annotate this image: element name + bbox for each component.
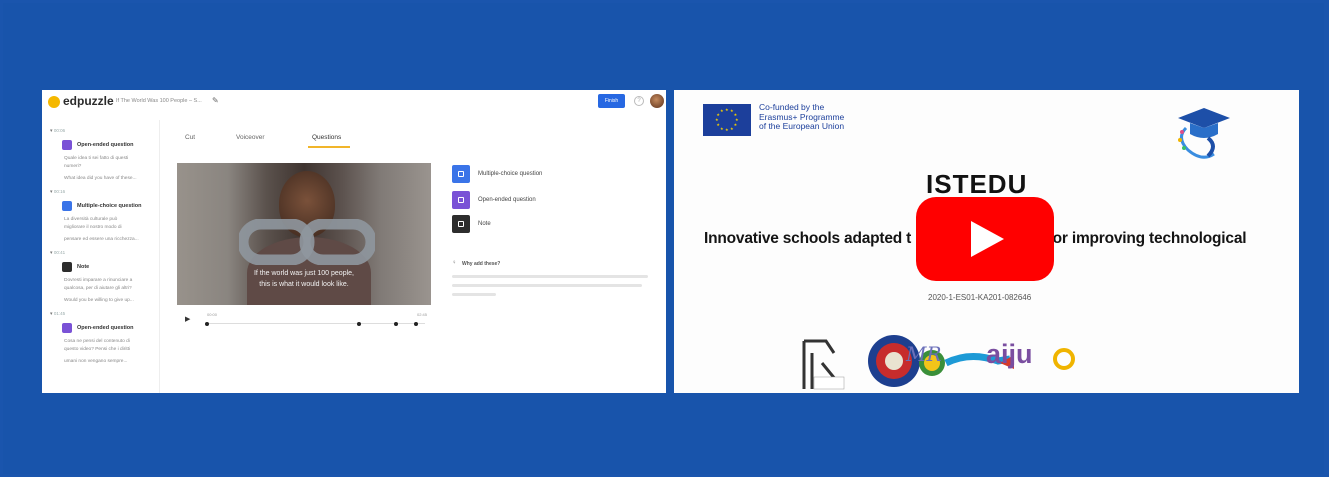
- option-multiple-choice[interactable]: Multiple-choice question: [478, 171, 542, 177]
- open-ended-icon[interactable]: [452, 191, 470, 209]
- edpuzzle-video-thumbnail[interactable]: edpuzzle If The World Was 100 People – S…: [42, 90, 666, 393]
- sidebar-question-text: migliorare il nostro modo di: [64, 225, 122, 230]
- video-caption-line2: this is what it would look like.: [259, 281, 349, 288]
- slide-title: ISTEDU: [926, 169, 1028, 199]
- help-icon[interactable]: ?: [634, 96, 644, 106]
- sidebar-question-text: numeri?: [64, 164, 82, 169]
- question-type-icon: [62, 201, 72, 211]
- sidebar-question-text: Dovresti imparare a rinunciare a: [64, 278, 133, 283]
- sidebar-question-text: Would you be willing to give up...: [64, 298, 134, 303]
- sidebar-question-type[interactable]: Multiple-choice question: [77, 203, 141, 209]
- question-marker[interactable]: [357, 322, 361, 326]
- tab-cut[interactable]: Cut: [185, 134, 195, 141]
- sidebar-timestamp: 00:16: [50, 189, 65, 195]
- eu-star-icon: ★: [725, 107, 729, 112]
- project-code: 2020-1-ES01-KA201-082646: [928, 293, 1032, 302]
- eu-star-icon: ★: [715, 117, 719, 122]
- graduation-hat-logo: [1178, 108, 1230, 159]
- edpuzzle-logo-icon: [48, 96, 60, 108]
- option-note[interactable]: Note: [478, 221, 491, 227]
- eu-star-icon: ★: [720, 125, 724, 131]
- sidebar-question-text: Quale idea ti sei fatto di questi: [64, 156, 129, 161]
- youtube-video-thumbnail[interactable]: ★ ★ ★ ★ ★ ★ ★ ★ ★ ★ ★ ★ Co-funded by the Erasmus+ P…: [674, 90, 1299, 393]
- sidebar-question-type[interactable]: Open-ended question: [77, 142, 134, 148]
- blurred-text-line: [452, 293, 496, 296]
- option-open-ended[interactable]: Open-ended question: [478, 197, 536, 203]
- question-marker[interactable]: [414, 322, 419, 326]
- progress-track[interactable]: [205, 323, 425, 324]
- eu-star-icon: ★: [725, 127, 729, 132]
- video-caption-line1: If the world was just 100 people,: [253, 270, 354, 277]
- question-sidebar: 00:06 Open-ended question Quale idea ti se…: [42, 120, 160, 393]
- sidebar-question-type[interactable]: Open-ended question: [77, 325, 134, 331]
- avatar[interactable]: [650, 94, 664, 108]
- video-title: If The World Was 100 People – S...: [116, 98, 202, 104]
- finish-button[interactable]: Finish: [598, 94, 625, 108]
- sidebar-question-text: What idea did you have of these...: [64, 176, 137, 181]
- sidebar-question-type[interactable]: Note: [77, 264, 89, 270]
- edpuzzle-header: edpuzzle If The World Was 100 People – S…: [42, 90, 666, 114]
- video-controls: ▶ 00:00 02:45: [177, 308, 431, 334]
- time-start: 00:00: [207, 312, 218, 317]
- sidebar-question-text: qualcosa, per di aiutare gli altri?: [64, 286, 132, 291]
- slide-subtitle-left: Innovative schools adapted t: [704, 230, 912, 247]
- sidebar-question-text: questo video? Pensi che i diritti: [64, 347, 131, 352]
- slide-subtitle-right: y for improving technological: [1035, 230, 1247, 247]
- edpuzzle-logo: edpuzzle: [63, 94, 114, 108]
- lightbulb-icon: ♀: [452, 260, 457, 266]
- question-marker[interactable]: [205, 322, 210, 326]
- sidebar-question-text: pensare ed essere una ricchezza...: [64, 237, 139, 242]
- eu-star-icon: ★: [733, 112, 738, 117]
- blurred-text-line: [452, 275, 648, 278]
- play-icon[interactable]: ▶: [185, 315, 190, 323]
- question-type-icon: [62, 262, 72, 272]
- partner-aiju-logo: aiju: [986, 339, 1033, 369]
- note-icon[interactable]: [452, 215, 470, 233]
- question-marker[interactable]: [394, 322, 399, 326]
- eu-star-icon: ★: [730, 125, 734, 131]
- eu-cofunded-text: Co-funded by the Erasmus+ Programme of t…: [759, 102, 845, 132]
- sidebar-timestamp: 01:45: [50, 311, 65, 317]
- eu-star-icon: ★: [716, 122, 720, 127]
- time-end: 02:45: [417, 312, 428, 317]
- why-add-title: Why add these?: [462, 261, 501, 267]
- sidebar-timestamp: 00:06: [50, 128, 65, 134]
- youtube-play-button-icon[interactable]: [916, 197, 1054, 281]
- link-chain-icon: [239, 219, 375, 265]
- eu-flag-icon: ★ ★ ★ ★ ★ ★ ★ ★ ★ ★ ★ ★: [703, 104, 751, 136]
- partner-mr-logo: MR: [906, 342, 942, 366]
- eu-text-line3: of the European Union: [759, 121, 845, 131]
- sidebar-question-text: La diversità culturale può: [64, 217, 118, 222]
- blurred-text-line: [452, 284, 642, 287]
- edit-pencil-icon[interactable]: ✎: [212, 96, 219, 105]
- sidebar-question-text: umani non vengano sempre...: [64, 359, 128, 364]
- sidebar-timestamp: 00:41: [50, 250, 65, 256]
- multiple-choice-icon[interactable]: [452, 165, 470, 183]
- question-type-icon: [62, 140, 72, 150]
- eu-star-icon: ★: [720, 108, 724, 114]
- eu-star-icon: ★: [733, 122, 738, 127]
- sidebar-question-text: Cosa ne pensi del contenuto di: [64, 339, 130, 344]
- tab-questions[interactable]: Questions: [312, 134, 341, 141]
- active-tab-underline: [308, 146, 350, 148]
- tab-voiceover[interactable]: Voiceover: [236, 134, 265, 141]
- question-type-icon: [62, 323, 72, 333]
